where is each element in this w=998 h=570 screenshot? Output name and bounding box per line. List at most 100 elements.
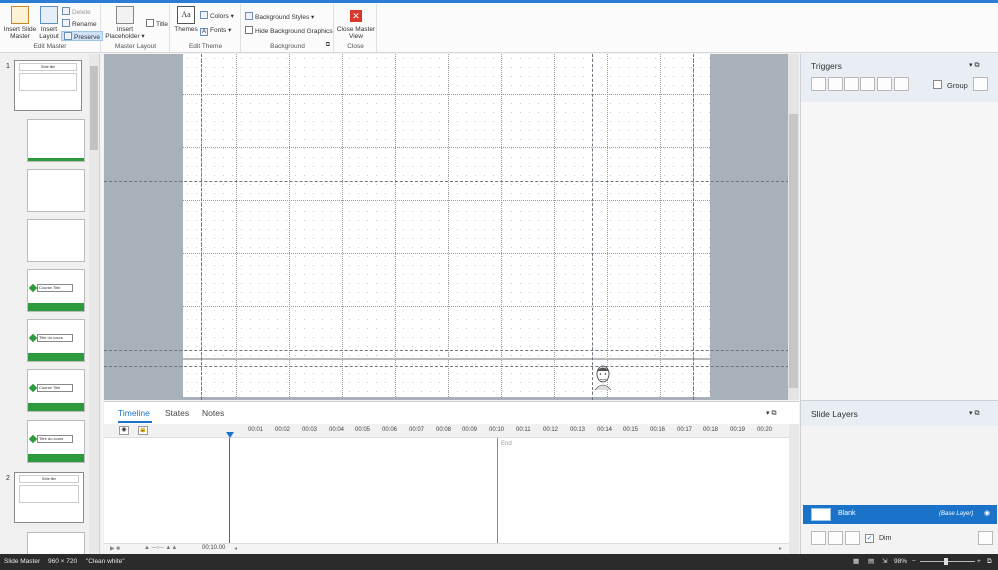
new-trigger-icon[interactable] bbox=[811, 77, 826, 91]
rename-icon bbox=[62, 19, 70, 27]
layer-row-blank[interactable]: Blank (Base Layer) ◉ bbox=[803, 505, 997, 524]
tick-label: 00:18 bbox=[703, 427, 719, 433]
thumbnail-scrollbar[interactable] bbox=[89, 54, 99, 554]
close-icon: ✕ bbox=[350, 10, 362, 22]
presenter-portrait[interactable] bbox=[593, 364, 613, 391]
edit-trigger-icon[interactable] bbox=[828, 77, 843, 91]
layout-thumbnail[interactable] bbox=[27, 169, 85, 212]
master-thumbnail[interactable]: Slide title bbox=[14, 60, 82, 111]
zoom-slider[interactable]: ▲ ─○─ ▲▲ bbox=[144, 545, 177, 551]
thumb-course-title: Title du cours bbox=[37, 334, 73, 342]
tab-notes[interactable]: Notes bbox=[202, 408, 224, 418]
edit-master-group-label: Edit Master bbox=[33, 43, 67, 50]
end-marker-line[interactable] bbox=[497, 438, 498, 543]
playhead-line bbox=[229, 438, 230, 543]
preserve-label: Preserve bbox=[74, 34, 101, 41]
copy-trigger-icon[interactable] bbox=[844, 77, 859, 91]
layout-thumbnail[interactable]: Title du cours bbox=[27, 319, 85, 362]
lock-icon[interactable]: 🔒 bbox=[138, 426, 148, 435]
diamond-icon bbox=[28, 283, 38, 293]
panel-menu-icon[interactable]: ▾ ⧉ bbox=[969, 61, 979, 70]
scroll-left-icon[interactable]: ◂ bbox=[234, 545, 237, 552]
colors-button[interactable]: Colors ▾ bbox=[200, 11, 234, 21]
scroll-right-icon[interactable]: ▸ bbox=[779, 545, 782, 552]
close-master-view-button[interactable]: ✕ Close Master View bbox=[336, 6, 376, 40]
rename-label: Rename bbox=[72, 21, 97, 28]
tick-label: 00:11 bbox=[516, 427, 531, 433]
thumb-footer-bar bbox=[28, 403, 84, 411]
zoom-in-icon[interactable]: + bbox=[977, 554, 981, 570]
layout-thumbnail[interactable] bbox=[27, 119, 85, 162]
guide-line[interactable] bbox=[201, 54, 202, 400]
colors-icon bbox=[200, 11, 208, 19]
slide-sorter-icon[interactable]: ▤ bbox=[868, 554, 874, 570]
guide-line[interactable] bbox=[104, 181, 799, 182]
trigger-settings-icon[interactable] bbox=[973, 77, 988, 91]
layout-thumbnail[interactable]: Titre du cours bbox=[27, 420, 85, 463]
background-styles-button[interactable]: Background Styles ▾ bbox=[245, 12, 314, 22]
tick-label: 00:14 bbox=[597, 427, 613, 433]
eye-icon[interactable]: ◉ bbox=[119, 426, 129, 435]
layout-thumbnail[interactable] bbox=[27, 532, 85, 554]
rename-button[interactable]: Rename bbox=[62, 19, 97, 29]
layout-thumbnail[interactable]: Course Title bbox=[27, 369, 85, 412]
delete-trigger-icon[interactable] bbox=[877, 77, 892, 91]
duplicate-layer-icon[interactable] bbox=[828, 531, 843, 545]
zoom-slider-thumb[interactable] bbox=[944, 558, 948, 565]
slide-master-page[interactable] bbox=[183, 54, 710, 397]
group-checkbox[interactable] bbox=[933, 80, 942, 89]
insert-placeholder-button[interactable]: Insert Placeholder ▾ bbox=[104, 6, 146, 40]
dialog-launcher-icon[interactable]: ⧉ bbox=[326, 42, 330, 49]
fonts-button[interactable]: A Fonts ▾ bbox=[200, 26, 231, 36]
layout-thumbnail[interactable] bbox=[27, 219, 85, 262]
scrollbar-thumb[interactable] bbox=[789, 114, 798, 388]
insert-layout-button[interactable]: Insert Layout bbox=[38, 6, 60, 40]
move-trigger-icon[interactable] bbox=[894, 77, 909, 91]
master-thumbnail[interactable]: Slide title bbox=[14, 472, 84, 523]
play-icon[interactable]: ▶ ■ bbox=[110, 545, 120, 552]
layout-thumbnail[interactable]: Course Title bbox=[27, 269, 85, 312]
paint-bucket-icon bbox=[245, 12, 253, 20]
insert-slide-master-button[interactable]: Insert Slide Master bbox=[2, 6, 38, 40]
guide-line[interactable] bbox=[104, 366, 799, 367]
dim-label: Dim bbox=[879, 535, 892, 542]
title-checkbox[interactable]: Title bbox=[146, 19, 168, 29]
insert-placeholder-label: Insert Placeholder bbox=[105, 26, 140, 40]
grid-line bbox=[183, 94, 710, 95]
layer-settings-icon[interactable] bbox=[978, 531, 993, 545]
duration-readout: 00:10.00 bbox=[202, 545, 226, 551]
guide-line[interactable] bbox=[104, 350, 799, 351]
tick-label: 00:16 bbox=[650, 427, 666, 433]
zoom-readout: 98% bbox=[894, 558, 908, 565]
zoom-out-icon[interactable]: − bbox=[912, 554, 916, 570]
thumb-footer-bar bbox=[28, 454, 84, 462]
tick-label: 00:15 bbox=[623, 427, 639, 433]
colors-label: Colors bbox=[210, 13, 229, 20]
fit-window-icon[interactable]: ⧉ bbox=[987, 554, 992, 570]
canvas-scrollbar[interactable] bbox=[788, 54, 799, 400]
tab-timeline[interactable]: Timeline bbox=[118, 408, 150, 418]
panel-menu-icon[interactable]: ▾ ⧉ bbox=[766, 409, 776, 418]
tab-states[interactable]: States bbox=[165, 408, 189, 418]
delete-layer-icon[interactable] bbox=[845, 531, 860, 545]
preserve-button[interactable]: Preserve bbox=[61, 31, 104, 41]
fit-icon[interactable]: ⇲ bbox=[882, 554, 887, 570]
dim-checkbox[interactable]: ✓ bbox=[865, 534, 874, 543]
hide-background-graphics-checkbox[interactable]: Hide Background Graphics bbox=[245, 26, 333, 36]
thumb-course-title: Course Title bbox=[37, 384, 73, 392]
grid-line bbox=[607, 54, 608, 397]
new-layer-icon[interactable] bbox=[811, 531, 826, 545]
scrollbar-thumb[interactable] bbox=[90, 66, 98, 150]
guide-line[interactable] bbox=[693, 54, 694, 400]
delete-button[interactable]: Delete bbox=[62, 7, 91, 17]
playhead-icon[interactable] bbox=[226, 432, 234, 438]
paste-trigger-icon[interactable] bbox=[860, 77, 875, 91]
triggers-title: Triggers bbox=[811, 61, 842, 71]
grid-line bbox=[660, 54, 661, 397]
panel-menu-icon[interactable]: ▾ ⧉ bbox=[969, 409, 979, 418]
eye-icon[interactable]: ◉ bbox=[984, 509, 990, 517]
timeline-scrollbar[interactable] bbox=[789, 424, 799, 555]
themes-button[interactable]: Aa Themes bbox=[174, 6, 198, 33]
guide-line[interactable] bbox=[592, 54, 593, 400]
normal-view-icon[interactable]: ▦ bbox=[853, 554, 859, 570]
